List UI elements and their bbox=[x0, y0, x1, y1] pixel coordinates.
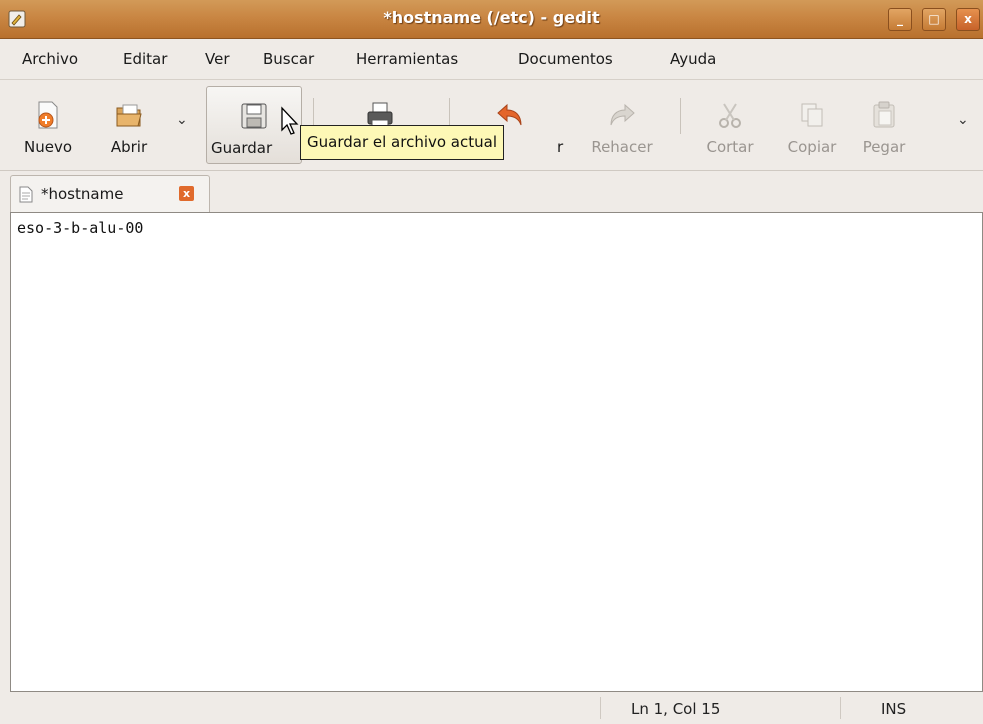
copy-button[interactable]: Copiar bbox=[776, 86, 848, 164]
close-tab-icon[interactable]: x bbox=[179, 186, 194, 201]
paste-button[interactable]: Pegar bbox=[852, 86, 916, 164]
document-tabs: *hostname x bbox=[0, 171, 983, 212]
open-label: Abrir bbox=[110, 138, 148, 156]
paste-label: Pegar bbox=[862, 138, 906, 156]
redo-label: Rehacer bbox=[591, 138, 653, 156]
close-window-button[interactable]: x bbox=[956, 8, 980, 31]
paste-icon bbox=[873, 101, 895, 128]
menu-ver[interactable]: Ver bbox=[205, 50, 230, 68]
menu-archivo[interactable]: Archivo bbox=[22, 50, 78, 68]
text-document-icon bbox=[19, 186, 33, 203]
tab-label: *hostname bbox=[41, 185, 124, 203]
print-label-partial: r bbox=[557, 138, 564, 156]
new-label: Nuevo bbox=[23, 138, 72, 156]
window-title: *hostname (/etc) - gedit bbox=[383, 8, 600, 27]
maximize-button[interactable]: □ bbox=[922, 8, 946, 31]
menu-herramientas[interactable]: Herramientas bbox=[356, 50, 458, 68]
save-tooltip: Guardar el archivo actual bbox=[300, 125, 504, 160]
open-button[interactable]: Abrir bbox=[98, 86, 160, 164]
mouse-pointer-icon bbox=[281, 106, 299, 135]
status-separator bbox=[840, 697, 841, 719]
menu-editar[interactable]: Editar bbox=[123, 50, 167, 68]
floppy-save-icon bbox=[241, 103, 267, 129]
menu-buscar[interactable]: Buscar bbox=[263, 50, 314, 68]
gedit-window: *hostname (/etc) - gedit _ □ x Archivo E… bbox=[0, 0, 983, 724]
copy-icon bbox=[801, 103, 823, 127]
chevron-down-icon[interactable]: ⌄ bbox=[176, 112, 188, 128]
new-document-icon bbox=[38, 101, 58, 129]
redo-arrow-icon bbox=[610, 103, 635, 126]
cursor-position: Ln 1, Col 15 bbox=[631, 700, 721, 718]
tab-hostname[interactable]: *hostname x bbox=[10, 175, 210, 212]
redo-button[interactable]: Rehacer bbox=[578, 86, 666, 164]
new-button[interactable]: Nuevo bbox=[16, 86, 80, 164]
open-folder-icon bbox=[116, 104, 142, 127]
menu-ayuda[interactable]: Ayuda bbox=[670, 50, 716, 68]
scissors-icon bbox=[719, 103, 741, 128]
cut-label: Cortar bbox=[706, 138, 754, 156]
status-separator bbox=[600, 697, 601, 719]
menu-documentos[interactable]: Documentos bbox=[518, 50, 613, 68]
save-label: Guardar bbox=[211, 139, 273, 157]
editor-content: eso-3-b-alu-00 bbox=[17, 219, 144, 237]
status-bar: Ln 1, Col 15 INS bbox=[0, 693, 983, 724]
copy-label: Copiar bbox=[787, 138, 837, 156]
text-editor[interactable]: eso-3-b-alu-00 bbox=[10, 212, 983, 692]
cut-button[interactable]: Cortar bbox=[694, 86, 766, 164]
toolbar-separator bbox=[680, 98, 681, 134]
title-bar[interactable]: *hostname (/etc) - gedit _ □ x bbox=[0, 0, 983, 39]
insert-mode: INS bbox=[881, 700, 907, 718]
minimize-button[interactable]: _ bbox=[888, 8, 912, 31]
menu-bar: Archivo Editar Ver Buscar Herramientas D… bbox=[0, 39, 983, 80]
chevron-down-icon[interactable]: ⌄ bbox=[957, 112, 969, 128]
